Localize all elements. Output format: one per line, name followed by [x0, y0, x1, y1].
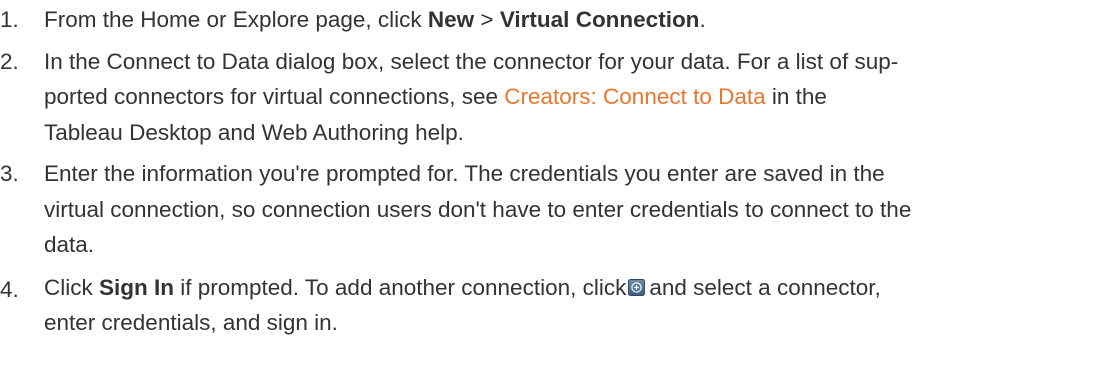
step-1: 1. From the Home or Explore page, click … [0, 2, 1119, 38]
step-2: 2. In the Connect to Data dialog box, se… [0, 44, 1119, 151]
step-text: and select a connector, [649, 274, 881, 300]
step-text: if prompted. To add another connection, … [174, 274, 627, 300]
creators-connect-to-data-link[interactable]: Creators: Connect to Data [504, 84, 765, 109]
step-text: In the Connect to Data dialog box, selec… [44, 48, 899, 74]
virtual-connection-label: Virtual Connection [499, 7, 700, 32]
step-text: Enter the information you're prompted fo… [44, 161, 885, 186]
instruction-steps: 1. From the Home or Explore page, click … [0, 2, 1119, 341]
sign-in-label: Sign In [99, 274, 174, 300]
step-number: 1. [0, 7, 19, 32]
step-text: data. [44, 232, 95, 257]
step-text: Click [44, 274, 99, 300]
step-4: 4. Click Sign In if prompted. To add ano… [0, 270, 1119, 341]
step-number: 2. [0, 48, 19, 74]
step-text: > [474, 7, 500, 32]
step-text: From the Home or Explore page, click [44, 7, 428, 32]
step-text: Tableau Desktop and Web Authoring help. [44, 119, 464, 145]
add-connection-icon [628, 271, 646, 296]
step-text: enter credentials, and sign in. [44, 310, 338, 335]
step-3: 3. Enter the information you're prompted… [0, 156, 1119, 263]
step-text: virtual connection, so connection users … [44, 196, 912, 222]
step-text: . [699, 7, 706, 32]
new-menu-label: New [427, 7, 475, 32]
step-number: 4. [0, 276, 19, 302]
step-text: in the [765, 84, 827, 109]
step-text: ported connectors for virtual connection… [44, 84, 505, 109]
step-number: 3. [0, 161, 19, 186]
